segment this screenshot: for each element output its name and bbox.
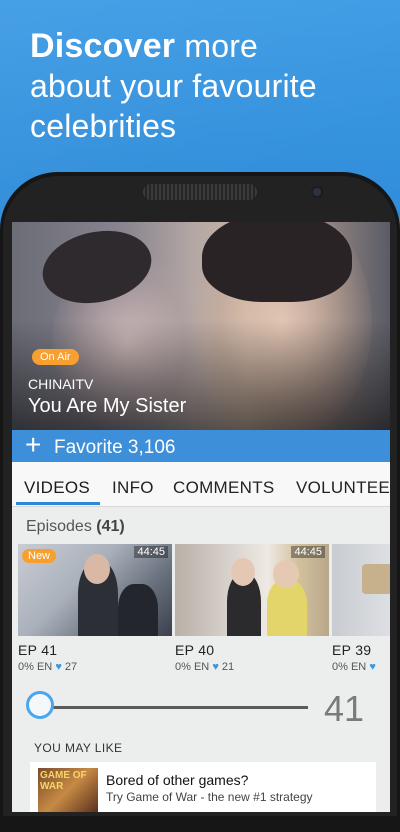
subtitle-progress: 0% EN	[332, 661, 367, 673]
episode-title: EP 40	[175, 642, 215, 658]
favorite-count: 3,106	[127, 437, 176, 458]
heart-icon: ♥	[369, 661, 376, 673]
tab-volunteers[interactable]: VOLUNTEE	[296, 478, 390, 498]
tab-videos[interactable]: VIDEOS	[24, 478, 90, 498]
subtitle-progress: 0% EN	[175, 661, 210, 673]
ad-title: Bored of other games?	[106, 772, 249, 788]
promo-headline-bold: Discover	[30, 27, 176, 65]
show-hero-image: On Air CHINAITV You Are My Sister	[12, 222, 390, 430]
episode-thumbnail[interactable]: New 44:45	[18, 544, 172, 636]
promo-headline-line2: about your favourite	[30, 68, 317, 104]
episode-duration: 44:45	[291, 546, 325, 558]
active-tab-indicator	[16, 502, 100, 505]
episode-meta: 0% EN ♥	[332, 661, 376, 673]
episode-meta: 0% EN ♥ 27	[18, 661, 77, 673]
ad-image: GAME OF WAR	[38, 768, 98, 812]
favorite-button[interactable]: + Favorite 3,106	[12, 430, 390, 462]
episode-slider-handle[interactable]	[26, 691, 54, 719]
like-count: 21	[221, 661, 235, 673]
heart-icon: ♥	[212, 661, 219, 673]
episode-card[interactable]: New 44:45 EP 41 0% EN ♥ 27	[18, 544, 172, 673]
episode-title: EP 41	[18, 642, 58, 658]
on-air-badge: On Air	[32, 349, 79, 365]
episode-duration: 44:45	[134, 546, 168, 558]
favorite-label: Favorite	[54, 437, 123, 458]
tab-info[interactable]: INFO	[112, 478, 154, 498]
channel-name: CHINAITV	[28, 376, 94, 392]
episode-meta: 0% EN ♥ 21	[175, 661, 234, 673]
promo-headline-line3: celebrities	[30, 108, 177, 144]
show-title: You Are My Sister	[28, 395, 187, 417]
phone-camera	[313, 188, 321, 196]
heart-icon: ♥	[55, 661, 62, 673]
recommended-app-card[interactable]: GAME OF WAR Bored of other games? Try Ga…	[30, 762, 376, 812]
ad-subtitle: Try Game of War - the new #1 strategy	[106, 790, 313, 804]
episode-card[interactable]: EP 39 0% EN ♥	[332, 544, 390, 673]
episodes-heading: Episodes (41)	[26, 518, 125, 535]
plus-icon: +	[25, 429, 42, 460]
tab-comments[interactable]: COMMENTS	[173, 478, 275, 498]
episode-thumbnail[interactable]: 44:45	[175, 544, 329, 636]
subtitle-progress: 0% EN	[18, 661, 53, 673]
app-screen: On Air CHINAITV You Are My Sister + Favo…	[12, 222, 390, 812]
new-badge: New	[22, 549, 57, 563]
episode-slider-value: 41	[324, 688, 365, 729]
episode-slider-track[interactable]	[38, 706, 308, 709]
like-count: 27	[64, 661, 78, 673]
you-may-like-heading: YOU MAY LIKE	[34, 741, 123, 755]
episode-title: EP 39	[332, 642, 372, 658]
promo-headline: Discover more about your favourite celeb…	[30, 26, 317, 146]
episode-card[interactable]: 44:45 EP 40 0% EN ♥ 21	[175, 544, 329, 673]
episodes-count: (41)	[96, 518, 125, 535]
promo-headline-rest: more	[175, 28, 259, 64]
phone-speaker	[143, 184, 257, 200]
episode-thumbnail[interactable]	[332, 544, 390, 636]
tab-bar: VIDEOS INFO COMMENTS VOLUNTEE	[12, 462, 390, 507]
